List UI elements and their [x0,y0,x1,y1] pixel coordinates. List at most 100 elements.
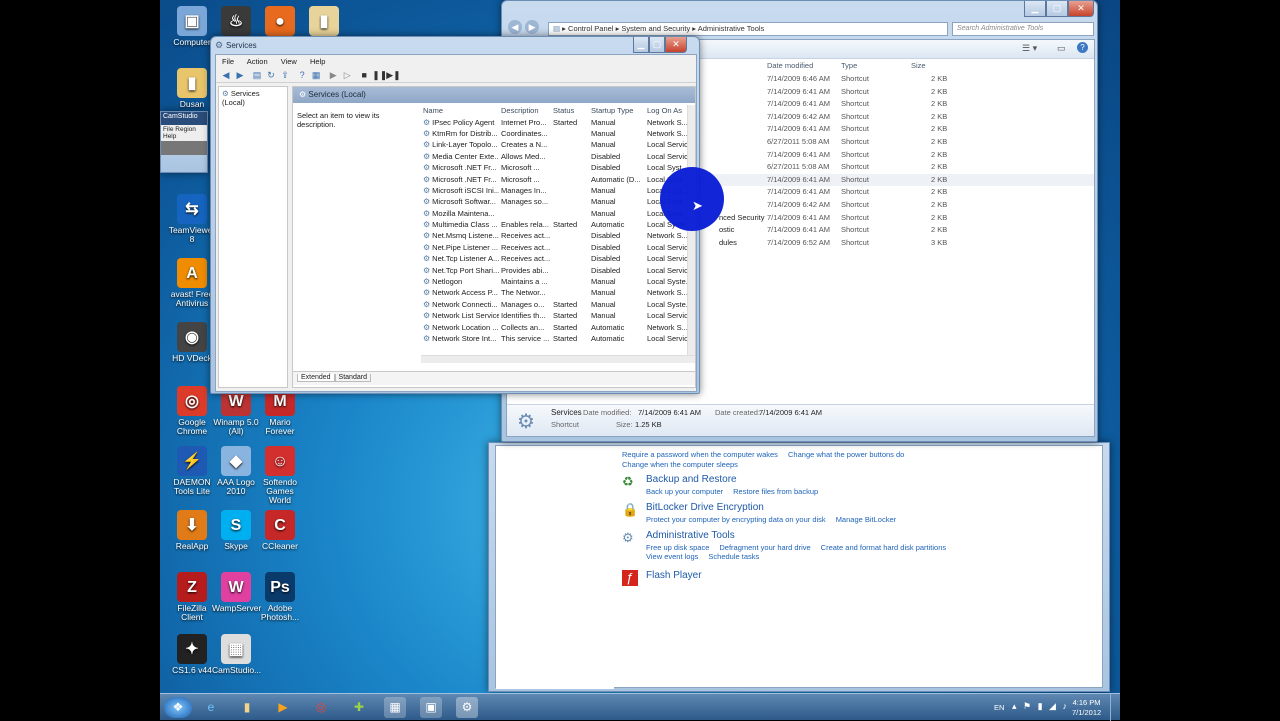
service-row[interactable]: ⚙ Network Access P... The Networ... Manual N… [421,287,691,298]
help-icon[interactable]: ? [1077,42,1088,53]
service-row[interactable]: ⚙ Network Store Int... This service ... Sta… [421,333,691,344]
cp-link[interactable]: Protect your computer by encrypting data… [646,515,826,524]
preview-pane-icon[interactable]: ▭ [1057,43,1066,54]
link-power-buttons[interactable]: Change what the power buttons do [788,450,904,459]
col-type[interactable]: Type [841,61,857,70]
tab-extended[interactable]: Extended [297,374,335,382]
forward-icon[interactable]: ▶ [525,20,540,34]
service-row[interactable]: ⚙ Multimedia Class ... Enables rela... Star… [421,219,691,230]
cp-link[interactable]: Create and format hard disk partitions [821,543,946,552]
services-maximize-button[interactable]: ▢ [649,37,665,53]
desktop-icon[interactable]: Aavast! Free Antivirus [168,258,216,308]
start-button[interactable]: ❖ [164,697,192,718]
desktop-icon[interactable]: ⬇ RealApp [168,510,216,551]
service-row[interactable]: ⚙ Netlogon Maintains a ... Manual Local Syst… [421,276,691,287]
desktop-icon[interactable]: Ps Adobe Photosh... [256,572,304,622]
export-icon[interactable]: ⇪ [279,70,291,81]
search-input[interactable]: Search Administrative Tools [952,22,1094,36]
col-log-on-as[interactable]: Log On As [645,105,691,116]
link-require-password[interactable]: Require a password when the computer wak… [622,450,778,459]
cp-link[interactable]: Schedule tasks [708,552,759,561]
desktop-icon[interactable]: C CCleaner [256,510,304,551]
service-row[interactable]: ⚙Mozilla Maintena...ManualLocal Syst... [421,208,691,219]
breadcrumb[interactable]: ▤ ▸ Control Panel ▸ System and Security … [548,22,948,36]
service-row[interactable]: ⚙ Microsoft iSCSI Ini... Manages In... Manu… [421,185,691,196]
control-panel-window[interactable]: Require a password when the computer wak… [488,442,1110,692]
col-status[interactable]: Status [551,105,589,116]
cp-link[interactable]: Back up your computer [646,487,723,496]
maximize-button[interactable]: ▢ [1046,1,1068,17]
tab-standard[interactable]: Standard [334,374,371,382]
service-row[interactable]: ⚙ Net.Msmq Listene... Receives act... Disab… [421,230,691,241]
back-forward[interactable]: ◀ ▶ [508,20,540,34]
refresh-icon[interactable]: ↻ [265,70,277,81]
ie-icon[interactable]: e [200,697,222,718]
show-desktop-button[interactable] [1110,694,1120,721]
col-size[interactable]: Size [911,61,926,70]
desktop-icon[interactable]: ● [256,6,304,38]
view-icon[interactable]: ☰ ▾ [1022,43,1037,54]
desktop-icon[interactable]: S Skype [212,510,260,551]
service-row[interactable]: ⚙ Link-Layer Topolo... Creates a N... Manua… [421,139,691,150]
cp-section-title[interactable]: Backup and Restore [646,474,737,485]
service-row[interactable]: ⚙ Net.Tcp Port Shari... Provides abi... Dis… [421,264,691,275]
cp-link[interactable]: Restore files from backup [733,487,818,496]
menu-help[interactable]: Help [310,57,325,66]
cp-section-title[interactable]: BitLocker Drive Encryption [646,502,764,513]
desktop-icon[interactable]: ◆ AAA Logo 2010 [212,446,260,496]
media-player-icon[interactable]: ▶ [272,697,294,718]
services-taskbar-icon[interactable]: ⚙ [456,697,478,718]
desktop-icon[interactable]: ☺ Softendo Games World [256,446,304,505]
services-window[interactable]: ⚙ Services ▁ ▢ ✕ File Action View Help ◀… [210,36,700,394]
start-icon[interactable]: ▶ [327,70,339,81]
back-icon[interactable]: ◀ [220,70,232,81]
forward-icon[interactable]: ▶ [234,70,246,81]
breadcrumb-system-security[interactable]: System and Security [621,24,690,33]
cp-link[interactable]: Free up disk space [646,543,709,552]
explorer-taskbar-icon[interactable]: ▮ [236,697,258,718]
cp-section-title[interactable]: Administrative Tools [646,530,735,541]
services-close-button[interactable]: ✕ [665,37,687,53]
close-button[interactable]: ✕ [1068,1,1094,17]
desktop-icon[interactable]: ♨ [212,6,260,38]
desktop-icon[interactable]: ▮ Dusan [168,68,216,109]
restart-icon[interactable]: ▶❚ [386,70,400,81]
desktop-icon[interactable]: ⇆ TeamViewer 8 [168,194,216,244]
service-row[interactable]: ⚙ Net.Pipe Listener ... Receives act... Dis… [421,242,691,253]
cp-link[interactable]: View event logs [646,552,698,561]
col-date-modified[interactable]: Date modified [767,61,813,70]
desktop-icon[interactable]: ▦ CamStudio... [212,634,261,675]
service-row[interactable]: ⚙ Network Connecti... Manages o... Started M… [421,299,691,310]
service-row[interactable]: ⚙ Microsoft .NET Fr... Microsoft ... Automa… [421,173,691,184]
desktop-icon[interactable]: ◉ HD VDeck [168,322,216,363]
menu-view[interactable]: View [281,57,297,66]
minimize-button[interactable]: ▁ [1024,1,1046,17]
back-icon[interactable]: ◀ [508,20,522,34]
breadcrumb-control-panel[interactable]: Control Panel [568,24,613,33]
help-icon[interactable]: ? [296,70,308,81]
camstudio-window[interactable]: CamStudio File Region Help [160,111,208,173]
pause-icon[interactable]: ❚❚ [372,70,387,81]
desktop-icon[interactable]: ✦ CS1.6 v44 [168,634,216,675]
service-row[interactable]: ⚙ Media Center Exte... Allows Med... Disabl… [421,151,691,162]
desktop-icon[interactable]: ⚡ DAEMON Tools Lite [168,446,216,496]
camstudio-taskbar-icon[interactable]: ▦ [384,697,406,718]
puzzle-icon[interactable]: ✚ [348,697,370,718]
desktop-icon[interactable]: W WampServer [212,572,261,613]
cp-link[interactable]: Defragment your hard drive [719,543,810,552]
desktop-icon[interactable]: ▮ [300,6,348,38]
col-name[interactable]: Name [421,105,499,116]
control-panel-taskbar-icon[interactable]: ▣ [420,697,442,718]
service-row[interactable]: ⚙ Network List Service Identifies th... Sta… [421,310,691,321]
desktop-icon[interactable]: ◎ Google Chrome [168,386,216,436]
link-computer-sleeps[interactable]: Change when the computer sleeps [622,460,904,469]
start-alt-icon[interactable]: ▷ [341,70,353,81]
desktop-icon[interactable]: ▣ Computer [168,6,216,47]
clock[interactable]: 4:16 PM 7/1/2012 [1072,698,1101,718]
camstudio-menu-region[interactable]: Region [175,126,196,133]
service-row[interactable]: ⚙ Net.Tcp Listener A... Receives act... Dis… [421,253,691,264]
camstudio-menu-file[interactable]: File [163,126,173,133]
desktop-icon[interactable]: Z FileZilla Client [168,572,216,622]
services-minimize-button[interactable]: ▁ [633,37,649,53]
console-tree-icon[interactable]: ▤ [251,70,263,81]
